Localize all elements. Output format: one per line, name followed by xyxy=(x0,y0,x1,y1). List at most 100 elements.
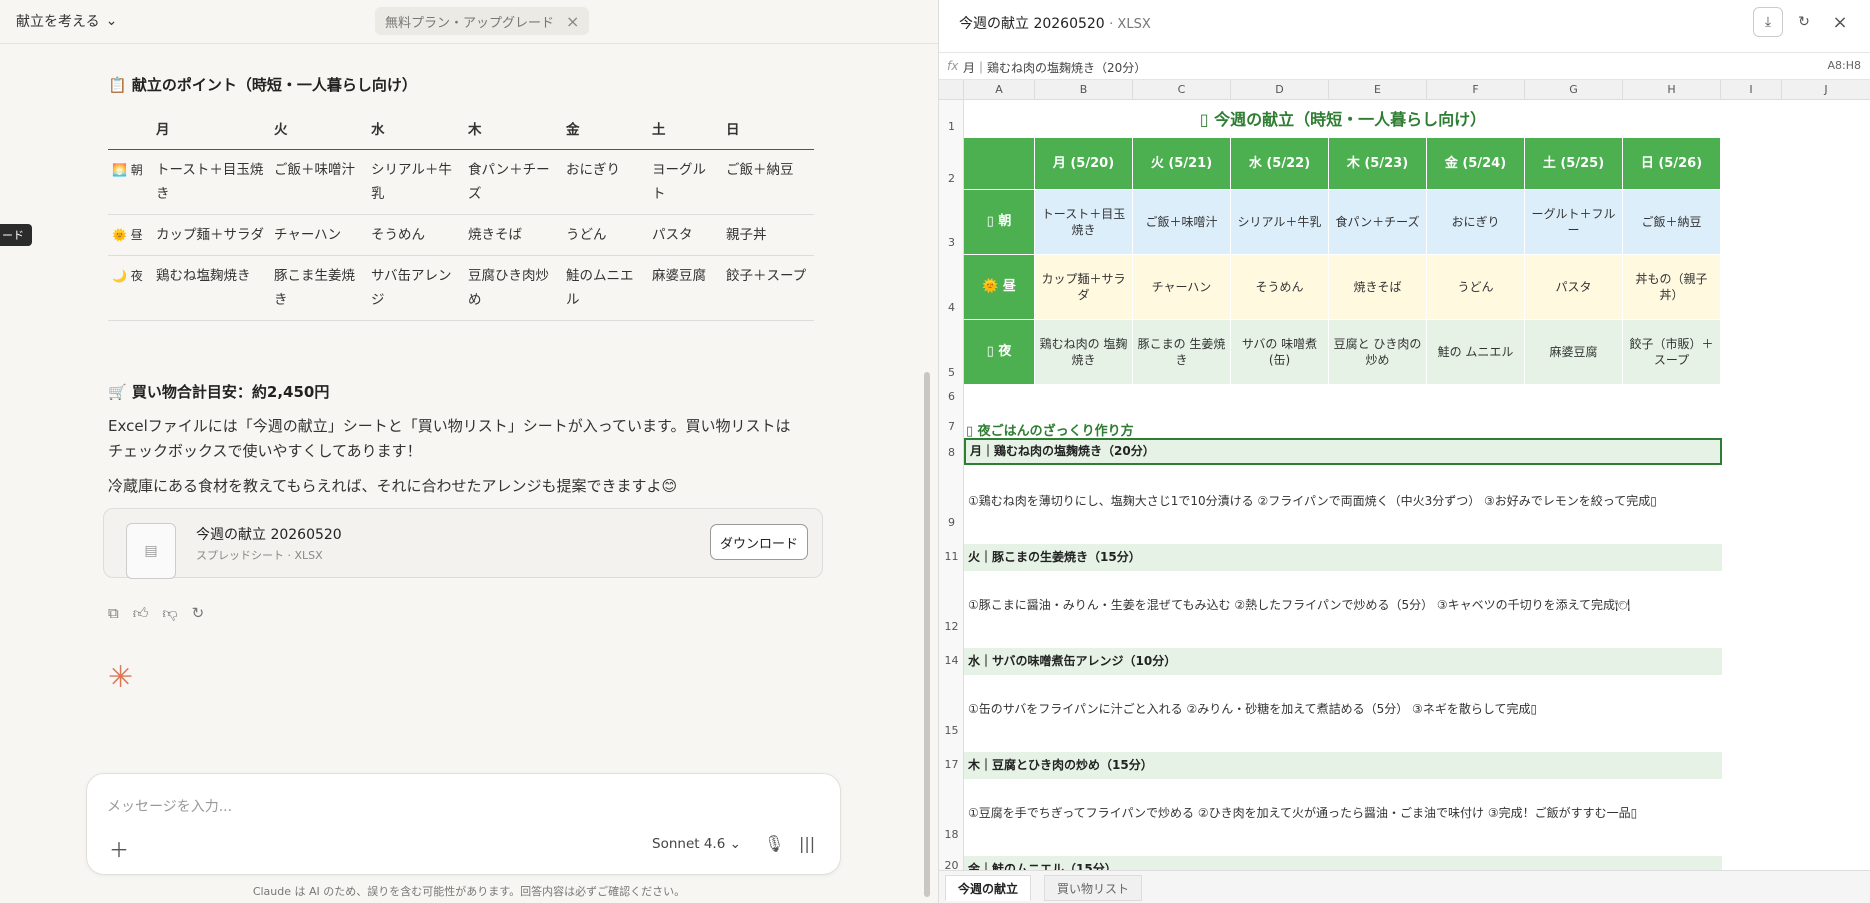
meal-cell[interactable]: 豚こまの 生姜焼き xyxy=(1133,320,1231,385)
row-number: 7 xyxy=(948,420,955,433)
retry-icon[interactable]: ↻ xyxy=(192,604,205,623)
day-header-cell: 日 (5/26) xyxy=(1623,138,1721,190)
meal-cell[interactable]: 丼もの（親子丼） xyxy=(1623,255,1721,320)
day-header-cell: 月 (5/20) xyxy=(1035,138,1133,190)
message-actions: ⧉ 👍︎ 👎︎ ↻ xyxy=(108,604,204,623)
table-cell: シリアル＋牛乳 xyxy=(367,149,464,215)
chevron-down-icon: ⌄ xyxy=(105,13,118,29)
column-header[interactable]: G xyxy=(1525,80,1623,100)
meal-cell[interactable]: サバの 味噌煮(缶) xyxy=(1231,320,1329,385)
table-cell: そうめん xyxy=(367,214,464,256)
thumbs-down-icon[interactable]: 👎︎ xyxy=(162,604,177,623)
meal-cell[interactable]: 食パン＋チーズ xyxy=(1329,190,1427,255)
project-title: 献立を考える xyxy=(16,14,100,30)
add-icon[interactable]: ＋ xyxy=(109,834,129,863)
recipe-title-row[interactable]: 木｜豆腐とひき肉の炒め（15分） xyxy=(964,752,1722,779)
close-icon[interactable]: × xyxy=(566,12,579,31)
column-header[interactable]: A xyxy=(964,80,1035,100)
recipe-title-row[interactable]: 火｜豚こまの生姜焼き（15分） xyxy=(964,544,1722,571)
claude-logo-icon: ✳ xyxy=(108,660,134,695)
meal-cell[interactable]: カップ麺＋サラダ xyxy=(1035,255,1133,320)
download-icon[interactable]: ⤓ xyxy=(1753,7,1783,37)
column-header[interactable]: D xyxy=(1231,80,1329,100)
column-header[interactable]: E xyxy=(1329,80,1427,100)
recipe-steps[interactable]: ①鶏むね肉を薄切りにし、塩麹大さじ1で10分漬ける ②フライパンで両面焼く（中火… xyxy=(968,492,1657,509)
row-number: 14 xyxy=(944,654,959,667)
meal-cell[interactable]: シリアル＋牛乳 xyxy=(1231,190,1329,255)
row-number: 2 xyxy=(948,172,955,185)
table-cell: チャーハン xyxy=(270,214,367,256)
table-cell: ご飯＋味噌汁 xyxy=(270,149,367,215)
thumbs-up-icon[interactable]: 👍︎ xyxy=(133,604,149,623)
formula-content[interactable]: 月｜鶏むね肉の塩麹焼き（20分） xyxy=(963,59,1146,76)
row-number: 6 xyxy=(948,390,955,403)
recipe-title-row[interactable]: 水｜サバの味噌煮缶アレンジ（10分） xyxy=(964,648,1722,675)
shopping-heading: 🛒 買い物合計目安：約2,450円 xyxy=(108,383,330,401)
row-number: 9 xyxy=(948,516,955,529)
recipe-steps[interactable]: ①豚こまに醤油・みりん・生姜を混ぜてもみ込む ②熱したフライパンで炒める（5分）… xyxy=(968,596,1630,613)
plan-badge-label: 無料プラン・アップグレード xyxy=(385,15,555,31)
model-name: Sonnet 4.6 xyxy=(652,836,726,852)
tab-weekly-menu[interactable]: 今週の献立 xyxy=(945,875,1032,901)
chat-panel: 献立を考える ⌄ 無料プラン・アップグレード × ード 📋 献立のポイント（時短・一… xyxy=(0,0,938,903)
meal-cell[interactable]: そうめん xyxy=(1231,255,1329,320)
download-button[interactable]: ダウンロード xyxy=(710,524,808,560)
scrollbar[interactable] xyxy=(924,372,930,897)
plan-badge[interactable]: 無料プラン・アップグレード × xyxy=(375,7,590,35)
table-cell: 鶏むね塩麹焼き xyxy=(152,255,270,321)
message-input[interactable]: メッセージを入力... xyxy=(107,796,232,816)
tooltip: ード xyxy=(0,224,32,246)
meal-cell[interactable]: ご飯＋味噌汁 xyxy=(1133,190,1231,255)
meal-cell[interactable]: 鶏むね肉の 塩麹焼き xyxy=(1035,320,1133,385)
spreadsheet-icon: ▤ xyxy=(126,523,176,579)
disclaimer: Claude は AI のため、誤りを含む可能性があります。回答内容は必ずご確認… xyxy=(252,885,686,898)
sheet-tabs: 今週の献立 買い物リスト xyxy=(939,870,1870,903)
meal-cell[interactable]: おにぎり xyxy=(1427,190,1525,255)
table-cell: サバ缶アレンジ xyxy=(367,255,464,321)
meal-cell[interactable]: パスタ xyxy=(1525,255,1623,320)
copy-icon[interactable]: ⧉ xyxy=(108,604,119,623)
meal-label-cell: 🌞 昼 xyxy=(964,255,1035,320)
microphone-icon[interactable]: 🎙︎ xyxy=(764,834,784,853)
column-header[interactable]: F xyxy=(1427,80,1525,100)
meal-cell[interactable]: 焼きそば xyxy=(1329,255,1427,320)
project-selector[interactable]: 献立を考える ⌄ xyxy=(16,11,117,31)
recipe-title-row[interactable]: 金｜鮭のムニエル（15分） xyxy=(964,856,1722,870)
day-header: 水 xyxy=(367,107,464,150)
meal-cell[interactable]: うどん xyxy=(1427,255,1525,320)
column-header[interactable]: J xyxy=(1782,80,1870,100)
meal-label-cell: ▯ 夜 xyxy=(964,320,1035,385)
model-selector[interactable]: Sonnet 4.6 ⌄ xyxy=(652,836,741,852)
day-header: 金 xyxy=(562,107,648,150)
meal-cell[interactable]: 麻婆豆腐 xyxy=(1525,320,1623,385)
header-cell xyxy=(964,138,1035,190)
message-paragraph: Excelファイルには「今週の献立」シートと「買い物リスト」シートが入っています… xyxy=(108,417,791,460)
voice-mode-icon[interactable]: ||| xyxy=(799,834,815,853)
column-header[interactable]: B xyxy=(1035,80,1133,100)
sheet-title: ▯ 今週の献立（時短・一人暮らし向け） xyxy=(1199,110,1487,129)
meal-cell[interactable]: 餃子（市販）＋スープ xyxy=(1623,320,1721,385)
table-cell: 食パン＋チーズ xyxy=(464,149,562,215)
file-attachment-card[interactable]: ▤ 今週の献立 20260520 スプレッドシート · XLSX ダウンロード xyxy=(103,508,823,579)
meal-cell[interactable]: 鮭の ムニエル xyxy=(1427,320,1525,385)
meal-cell[interactable]: ご飯＋納豆 xyxy=(1623,190,1721,255)
menu-table: 月 火 水 木 金 土 日 🌅 朝 トースト＋目玉焼き ご飯＋味噌汁 シリアル＋… xyxy=(108,107,814,321)
meal-cell[interactable]: ーグルト＋フルー xyxy=(1525,190,1623,255)
meal-cell[interactable]: 豆腐と ひき肉の炒め xyxy=(1329,320,1427,385)
column-header[interactable]: C xyxy=(1133,80,1231,100)
recipe-steps[interactable]: ①缶のサバをフライパンに汁ごと入れる ②みりん・砂糖を加えて煮詰める（5分） ③… xyxy=(968,700,1537,717)
recipe-steps[interactable]: ①豆腐を手でちぎってフライパンで炒める ②ひき肉を加えて火が通ったら醤油・ごま油… xyxy=(968,804,1637,821)
table-cell: トースト＋目玉焼き xyxy=(152,149,270,215)
row-number: 11 xyxy=(944,550,959,563)
column-header[interactable]: I xyxy=(1721,80,1782,100)
close-icon[interactable]: × xyxy=(1825,7,1855,37)
spreadsheet-grid[interactable]: A B C D E F G H I J 1 2 3 4 5 6 7 ▯ 今週の献… xyxy=(939,80,1870,870)
function-icon: fx xyxy=(947,59,959,73)
meal-cell[interactable]: チャーハン xyxy=(1133,255,1231,320)
recipe-title-row[interactable]: 月｜鶏むね肉の塩麹焼き（20分） xyxy=(964,438,1722,465)
refresh-icon[interactable]: ↻ xyxy=(1789,7,1819,37)
meal-cell[interactable]: トースト＋目玉焼き xyxy=(1035,190,1133,255)
tab-shopping-list[interactable]: 買い物リスト xyxy=(1044,875,1143,901)
column-header[interactable]: H xyxy=(1623,80,1721,100)
preview-file-ext: · XLSX xyxy=(1109,17,1151,32)
